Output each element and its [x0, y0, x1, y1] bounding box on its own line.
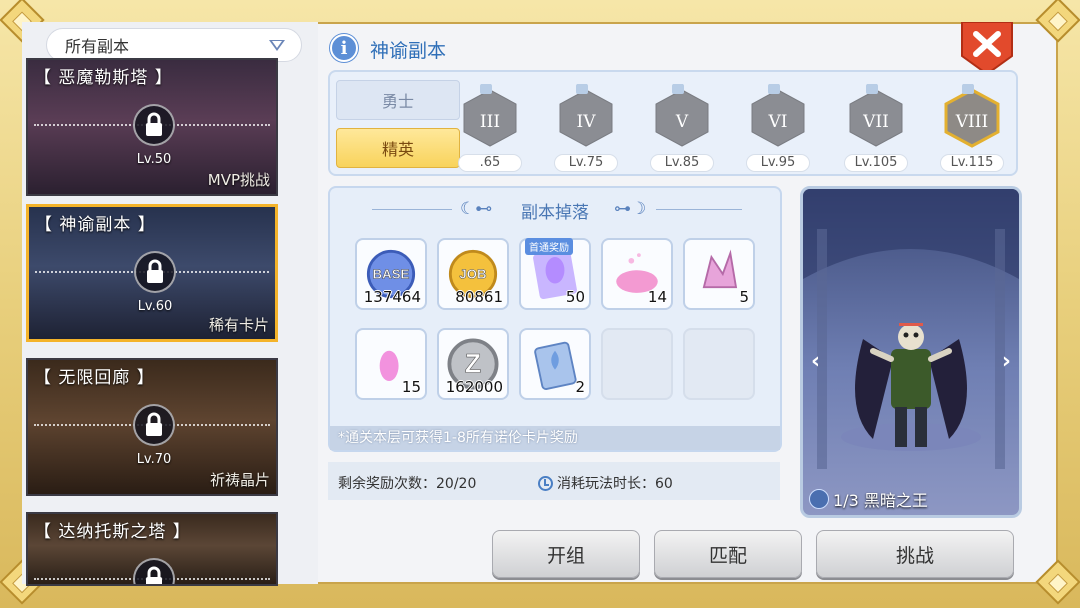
- tier-level-label: Lv.105: [844, 154, 908, 172]
- filter-label: 所有副本: [65, 37, 130, 56]
- svg-text:BASE: BASE: [373, 267, 410, 282]
- challenge-button[interactable]: 挑战: [816, 530, 1014, 578]
- dungeon-card-tag: MVP挑战: [207, 171, 270, 189]
- drops-note: *通关本层可获得1-8所有诺伦卡片奖励: [330, 426, 780, 450]
- lock-icon: [133, 558, 175, 584]
- svg-text:VIII: VIII: [955, 112, 988, 132]
- match-button[interactable]: 匹配: [654, 530, 802, 578]
- svg-text:JOB: JOB: [459, 267, 486, 282]
- tier-lock-icon: [480, 78, 492, 94]
- svg-text:VII: VII: [862, 112, 889, 132]
- tier-hex-icon: IV: [559, 78, 613, 147]
- drop-item-slot[interactable]: 首通奖励 50: [519, 238, 591, 310]
- drop-item-count: 50: [565, 288, 585, 306]
- tier-selector[interactable]: VIII Lv.115: [940, 78, 1004, 172]
- empty-drop-slot: [601, 328, 673, 400]
- page-title: 神谕副本: [370, 40, 447, 62]
- drop-item-count: 162000: [445, 378, 503, 396]
- tier-lock-icon: [672, 78, 684, 94]
- tier-hex-icon: VII: [849, 78, 903, 147]
- dungeon-card-title: 【 无限回廊 】: [34, 368, 155, 388]
- time-cost: 消耗玩法时长：60: [538, 473, 673, 493]
- drops-panel: [328, 186, 782, 452]
- boss-prev-arrow[interactable]: ‹: [811, 349, 820, 374]
- drop-item-slot[interactable]: 14: [601, 238, 673, 310]
- drop-item-slot[interactable]: Z 162000: [437, 328, 509, 400]
- drop-item-count: 14: [647, 288, 667, 306]
- boss-next-arrow[interactable]: ›: [1002, 349, 1011, 374]
- boss-name-label: 1/3 黑暗之王: [809, 487, 928, 511]
- tier-hex-icon: VIII: [944, 78, 1000, 148]
- tier-lock-icon: [576, 78, 588, 94]
- tier-level-label: .65: [458, 154, 522, 172]
- info-icon[interactable]: i: [330, 34, 358, 62]
- chevron-down-icon[interactable]: [269, 40, 285, 51]
- drop-item-slot[interactable]: 15: [355, 328, 427, 400]
- tier-selector[interactable]: VII Lv.105: [844, 78, 908, 172]
- dungeon-card-tag: 祈祷晶片: [209, 471, 270, 489]
- tier-level-label: Lv.75: [554, 154, 618, 172]
- tier-lock-icon: [962, 78, 974, 94]
- tier-selector[interactable]: V Lv.85: [650, 78, 714, 172]
- drop-item-slot[interactable]: 5: [683, 238, 755, 310]
- dungeon-card-title: 【 达纳托斯之塔 】: [34, 522, 191, 542]
- dungeon-card[interactable]: 【 达纳托斯之塔 】: [26, 512, 278, 586]
- drop-item-count: 5: [739, 288, 749, 306]
- dungeon-card[interactable]: 【 无限回廊 】 Lv.70 祈祷晶片: [26, 358, 278, 496]
- boss-name: 1/3 黑暗之王: [833, 491, 928, 510]
- tier-selector[interactable]: III .65: [458, 78, 522, 172]
- difficulty-warrior-tab[interactable]: 勇士: [336, 80, 460, 120]
- lock-icon: [134, 251, 176, 293]
- dungeon-card-level: Lv.60: [137, 299, 173, 314]
- boss-emblem-icon: [809, 489, 829, 509]
- dungeon-filter-dropdown[interactable]: 所有副本: [46, 28, 302, 62]
- empty-drop-slot: [683, 328, 755, 400]
- svg-text:III: III: [480, 112, 500, 132]
- tier-lock-icon: [768, 78, 780, 94]
- svg-text:Z: Z: [465, 349, 481, 379]
- svg-text:VI: VI: [768, 112, 788, 132]
- lock-icon: [133, 404, 175, 446]
- drops-title: 副本掉落: [521, 203, 589, 223]
- dungeon-card-title: 【 恶魔勒斯塔 】: [34, 68, 173, 88]
- time-cost-label: 消耗玩法时长：60: [557, 476, 673, 492]
- drop-item-slot[interactable]: 2: [519, 328, 591, 400]
- dungeon-card-level: Lv.50: [136, 152, 172, 167]
- dungeon-card-title: 【 神谕副本 】: [35, 215, 156, 235]
- reward-stats-bar: 剩余奖励次数：20/20 消耗玩法时长：60: [328, 462, 780, 500]
- tier-level-label: Lv.95: [746, 154, 810, 172]
- drop-item-count: 15: [401, 378, 421, 396]
- remaining-rewards: 剩余奖励次数：20/20: [338, 476, 477, 492]
- drop-item-count: 137464: [363, 288, 421, 306]
- difficulty-elite-tab[interactable]: 精英: [336, 128, 460, 168]
- tier-level-label: Lv.115: [940, 154, 1004, 172]
- drop-item-count: 80861: [455, 288, 503, 306]
- tier-hex-icon: V: [655, 78, 709, 147]
- dungeon-card-level: Lv.70: [136, 452, 172, 467]
- drop-item-count: 2: [575, 378, 585, 396]
- dungeon-card[interactable]: 【 神谕副本 】 Lv.60 稀有卡片: [26, 204, 278, 342]
- dungeon-card[interactable]: 【 恶魔勒斯塔 】 Lv.50 MVP挑战: [26, 58, 278, 196]
- tier-selector[interactable]: VI Lv.95: [746, 78, 810, 172]
- svg-text:V: V: [675, 112, 689, 132]
- team-button[interactable]: 开组: [492, 530, 640, 578]
- drop-item-slot[interactable]: BASE 137464: [355, 238, 427, 310]
- tier-lock-icon: [866, 78, 878, 94]
- clock-icon: [538, 475, 553, 491]
- tier-hex-icon: III: [463, 78, 517, 147]
- tier-level-label: Lv.85: [650, 154, 714, 172]
- boss-portrait: [803, 189, 1019, 469]
- dungeon-card-tag: 稀有卡片: [208, 316, 269, 334]
- drop-item-slot[interactable]: JOB 80861: [437, 238, 509, 310]
- svg-text:IV: IV: [577, 112, 597, 132]
- lock-icon: [133, 104, 175, 146]
- tier-hex-icon: VI: [751, 78, 805, 147]
- close-button[interactable]: [958, 22, 1016, 74]
- boss-preview: ‹ › 1/3 黑暗之王: [800, 186, 1022, 518]
- first-clear-ribbon: 首通奖励: [525, 238, 573, 255]
- tier-selector[interactable]: IV Lv.75: [554, 78, 618, 172]
